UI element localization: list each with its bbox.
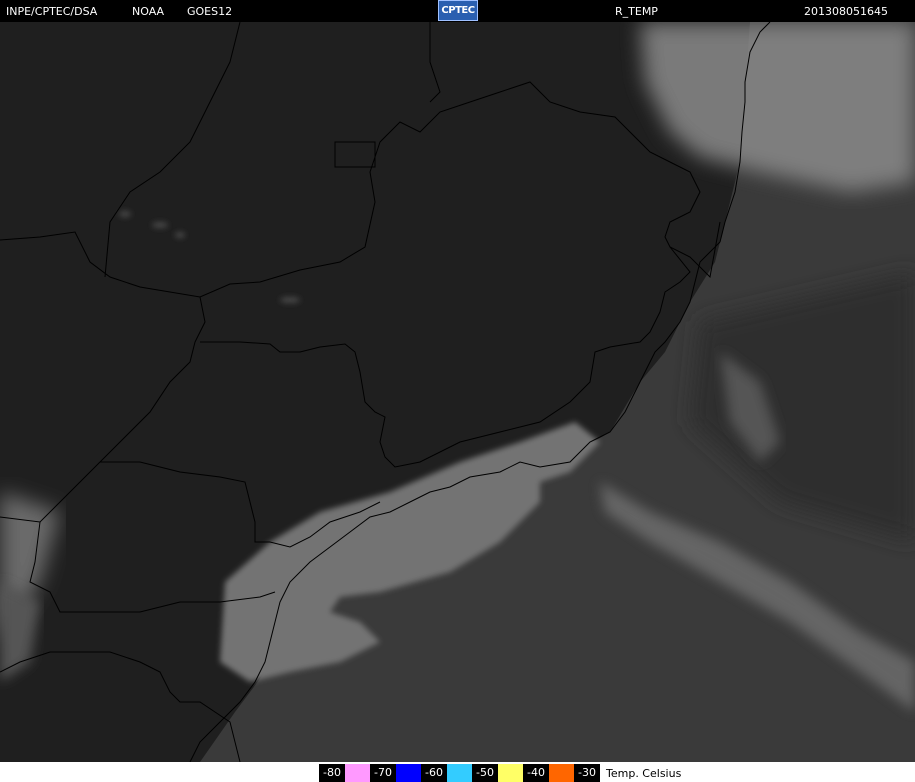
- infrared-map: [0, 22, 915, 762]
- agency-label: NOAA: [132, 5, 165, 18]
- legend-label-4: -50: [472, 764, 498, 782]
- product-label: R_TEMP: [615, 5, 658, 18]
- cptec-logo: CPTEC: [438, 0, 478, 21]
- legend-label-3: -60: [421, 764, 447, 782]
- legend-swatch-4: [498, 764, 523, 782]
- source-label: INPE/CPTEC/DSA: [6, 5, 98, 18]
- logo-text: CPTEC: [441, 5, 475, 16]
- temperature-legend: -80 -70 -60 -50 -40 -30 Temp. Celsius: [0, 762, 915, 782]
- legend-swatch-2: [396, 764, 421, 782]
- legend-label-1: -80: [319, 764, 345, 782]
- legend-swatch-1: [345, 764, 370, 782]
- legend-unit: Temp. Celsius: [606, 766, 682, 780]
- legend-swatch-3: [447, 764, 472, 782]
- legend-label-6: -30: [574, 764, 600, 782]
- timestamp-label: 201308051645: [804, 5, 888, 18]
- legend-scale: -80 -70 -60 -50 -40 -30 Temp. Celsius: [319, 764, 681, 782]
- legend-label-5: -40: [523, 764, 549, 782]
- legend-label-2: -70: [370, 764, 396, 782]
- header-bar: INPE/CPTEC/DSA NOAA GOES12 CPTEC R_TEMP …: [0, 0, 915, 22]
- legend-swatch-5: [549, 764, 574, 782]
- satellite-label: GOES12: [187, 5, 233, 18]
- satellite-image: [0, 22, 915, 762]
